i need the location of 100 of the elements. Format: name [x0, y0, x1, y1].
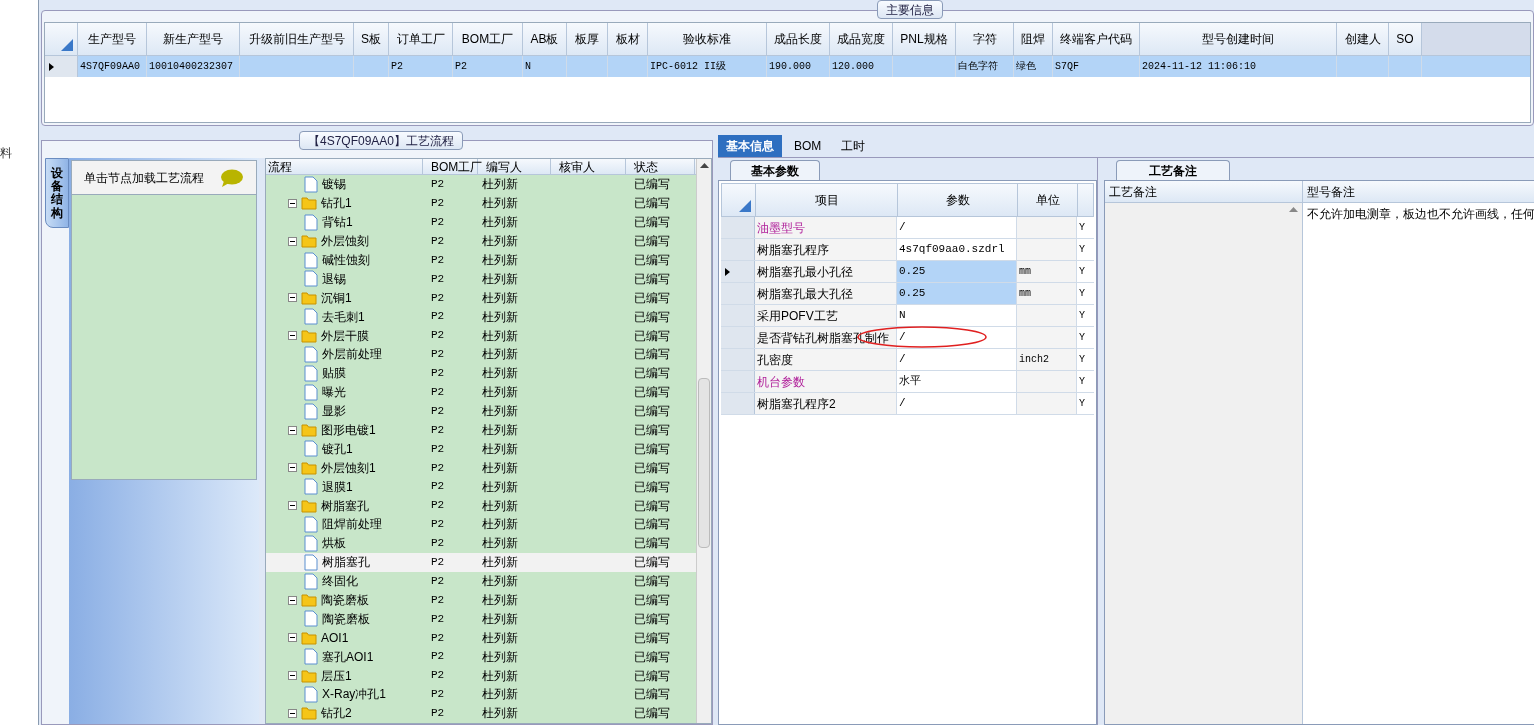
- table-cell: 树脂塞孔最小孔径: [755, 261, 897, 282]
- speech-bubble-icon: [220, 168, 244, 187]
- tree-node-label[interactable]: 烘板: [322, 534, 346, 553]
- scroll-up-icon[interactable]: [699, 163, 709, 168]
- tree-node-label[interactable]: 陶瓷磨板: [322, 609, 370, 628]
- column-header[interactable]: 成品长度: [767, 23, 830, 55]
- column-header[interactable]: 型号备注: [1303, 181, 1534, 203]
- column-header[interactable]: 板材: [608, 23, 648, 55]
- column-header[interactable]: 订单工厂: [389, 23, 453, 55]
- column-header[interactable]: AB板: [523, 23, 567, 55]
- tree-node-label[interactable]: 树脂塞孔: [321, 496, 369, 515]
- table-cell-text: 杜列新: [481, 629, 519, 647]
- table-row[interactable]: 4S7QF09AA0 10010400232307 P2 P2 N IPC-6012 II级 190.000 120.000 白色字符 绿色 S7QF 2024-11-12 11:06:10: [45, 56, 1530, 77]
- tree-node-label[interactable]: 镀锡: [322, 175, 346, 194]
- column-header[interactable]: 参数: [898, 184, 1018, 216]
- column-header[interactable]: 工艺备注: [1105, 181, 1302, 203]
- column-header[interactable]: 字符: [956, 23, 1014, 55]
- tree-node-label[interactable]: 镀孔1: [322, 439, 353, 458]
- collapse-icon[interactable]: [288, 633, 297, 643]
- table-cell-text: P2: [430, 479, 446, 495]
- column-header[interactable]: 单位: [1018, 184, 1078, 216]
- tree-node-label[interactable]: 退锡: [322, 269, 346, 288]
- tree-node-label[interactable]: 背钻1: [322, 213, 353, 232]
- column-header[interactable]: PNL规格: [893, 23, 956, 55]
- file-icon: [304, 478, 318, 496]
- collapse-icon[interactable]: [288, 671, 297, 681]
- collapse-icon[interactable]: [288, 463, 297, 473]
- column-header[interactable]: 成品宽度: [830, 23, 893, 55]
- collapse-icon[interactable]: [288, 236, 297, 246]
- scroll-thumb[interactable]: [698, 378, 710, 548]
- column-header[interactable]: 终端客户代码: [1053, 23, 1140, 55]
- row-header[interactable]: [45, 56, 78, 77]
- tree-node-label[interactable]: 显影: [322, 402, 346, 421]
- collapse-icon[interactable]: [288, 595, 297, 605]
- column-header[interactable]: 升级前旧生产型号: [240, 23, 354, 55]
- menu-label[interactable]: 料: [0, 146, 12, 160]
- table-cell: P2: [453, 56, 523, 77]
- selected-row[interactable]: 树脂塞孔 P2 杜列新 已编写: [266, 552, 696, 572]
- table-cell: 白色字符: [956, 56, 1014, 77]
- row-header[interactable]: [721, 261, 755, 282]
- tree-node-label[interactable]: 外层前处理: [322, 345, 382, 364]
- collapse-icon[interactable]: [288, 501, 297, 511]
- column-header[interactable]: 状态: [626, 159, 695, 174]
- tree-node-label[interactable]: 退膜1: [322, 477, 353, 496]
- tree-node-label[interactable]: 陶瓷磨板: [321, 591, 369, 610]
- tree-node-label[interactable]: 钻孔2: [321, 704, 352, 723]
- tree-node-label[interactable]: 曝光: [322, 383, 346, 402]
- file-icon: [304, 213, 318, 231]
- column-header[interactable]: BOM工厂: [453, 23, 523, 55]
- column-header[interactable]: S板: [354, 23, 389, 55]
- scrollbar[interactable]: [696, 159, 711, 723]
- table-cell-text: P2: [430, 271, 446, 287]
- table-cell: 水平: [897, 371, 1017, 392]
- tree-node-label[interactable]: 沉铜1: [321, 288, 352, 307]
- table-cell-text: 已编写: [633, 365, 671, 383]
- tree-node-label[interactable]: 塞孔AOI1: [322, 647, 374, 666]
- table-cell: 4s7qf09aa0.szdrl: [897, 239, 1017, 260]
- table-cell-text: 杜列新: [481, 440, 519, 458]
- column-header[interactable]: 项目: [756, 184, 898, 216]
- sub-tab[interactable]: 基本参数: [730, 160, 820, 180]
- tree-node-label[interactable]: 层压1: [321, 666, 352, 685]
- collapse-icon[interactable]: [288, 198, 297, 208]
- sub-tab[interactable]: 工艺备注: [1116, 160, 1230, 180]
- column-header[interactable]: 板厚: [567, 23, 608, 55]
- tab[interactable]: BOM: [786, 135, 830, 157]
- column-header[interactable]: 核审人: [551, 159, 626, 174]
- tab[interactable]: 基本信息: [718, 135, 782, 157]
- tree-node-label[interactable]: 钻孔1: [321, 194, 352, 213]
- column-header[interactable]: 验收标准: [648, 23, 767, 55]
- file-icon: [304, 345, 318, 363]
- collapse-icon[interactable]: [288, 293, 297, 303]
- table-cell-text: 杜列新: [481, 384, 519, 402]
- column-header[interactable]: 阻焊: [1014, 23, 1053, 55]
- table-cell-text: 杜列新: [481, 270, 519, 288]
- tab[interactable]: 工时: [833, 135, 874, 157]
- column-header[interactable]: 创建人: [1337, 23, 1389, 55]
- tree-node-label[interactable]: 阻焊前处理: [322, 515, 382, 534]
- side-tab[interactable]: 设备结构: [45, 158, 69, 228]
- tree-node-label[interactable]: 树脂塞孔: [322, 553, 370, 572]
- tree-node-label[interactable]: X-Ray冲孔1: [322, 685, 386, 704]
- column-header[interactable]: 生产型号: [78, 23, 147, 55]
- collapse-icon[interactable]: [288, 708, 297, 718]
- tree-node-label[interactable]: AOI1: [321, 628, 349, 647]
- tree-node-label[interactable]: 外层干膜: [321, 326, 369, 345]
- column-header[interactable]: 新生产型号: [147, 23, 240, 55]
- tree-node-label[interactable]: 终固化: [322, 572, 358, 591]
- collapse-icon[interactable]: [288, 425, 297, 435]
- column-header[interactable]: 流程: [266, 159, 423, 174]
- column-header[interactable]: 型号创建时间: [1140, 23, 1337, 55]
- tree-node-label[interactable]: 外层蚀刻: [321, 232, 369, 251]
- tree-node-label[interactable]: 图形电镀1: [321, 421, 376, 439]
- tree-node-label[interactable]: 碱性蚀刻: [322, 251, 370, 269]
- table-cell-text: P2: [430, 706, 446, 722]
- collapse-icon[interactable]: [288, 331, 297, 341]
- table-cell: inch2: [1017, 349, 1077, 370]
- table-cell: 机台参数: [755, 371, 897, 392]
- tree-node-label[interactable]: 贴膜: [322, 364, 346, 383]
- tree-node-label[interactable]: 去毛刺1: [322, 307, 365, 326]
- tree-node-label[interactable]: 外层蚀刻1: [321, 458, 376, 477]
- folder-icon: [301, 668, 317, 683]
